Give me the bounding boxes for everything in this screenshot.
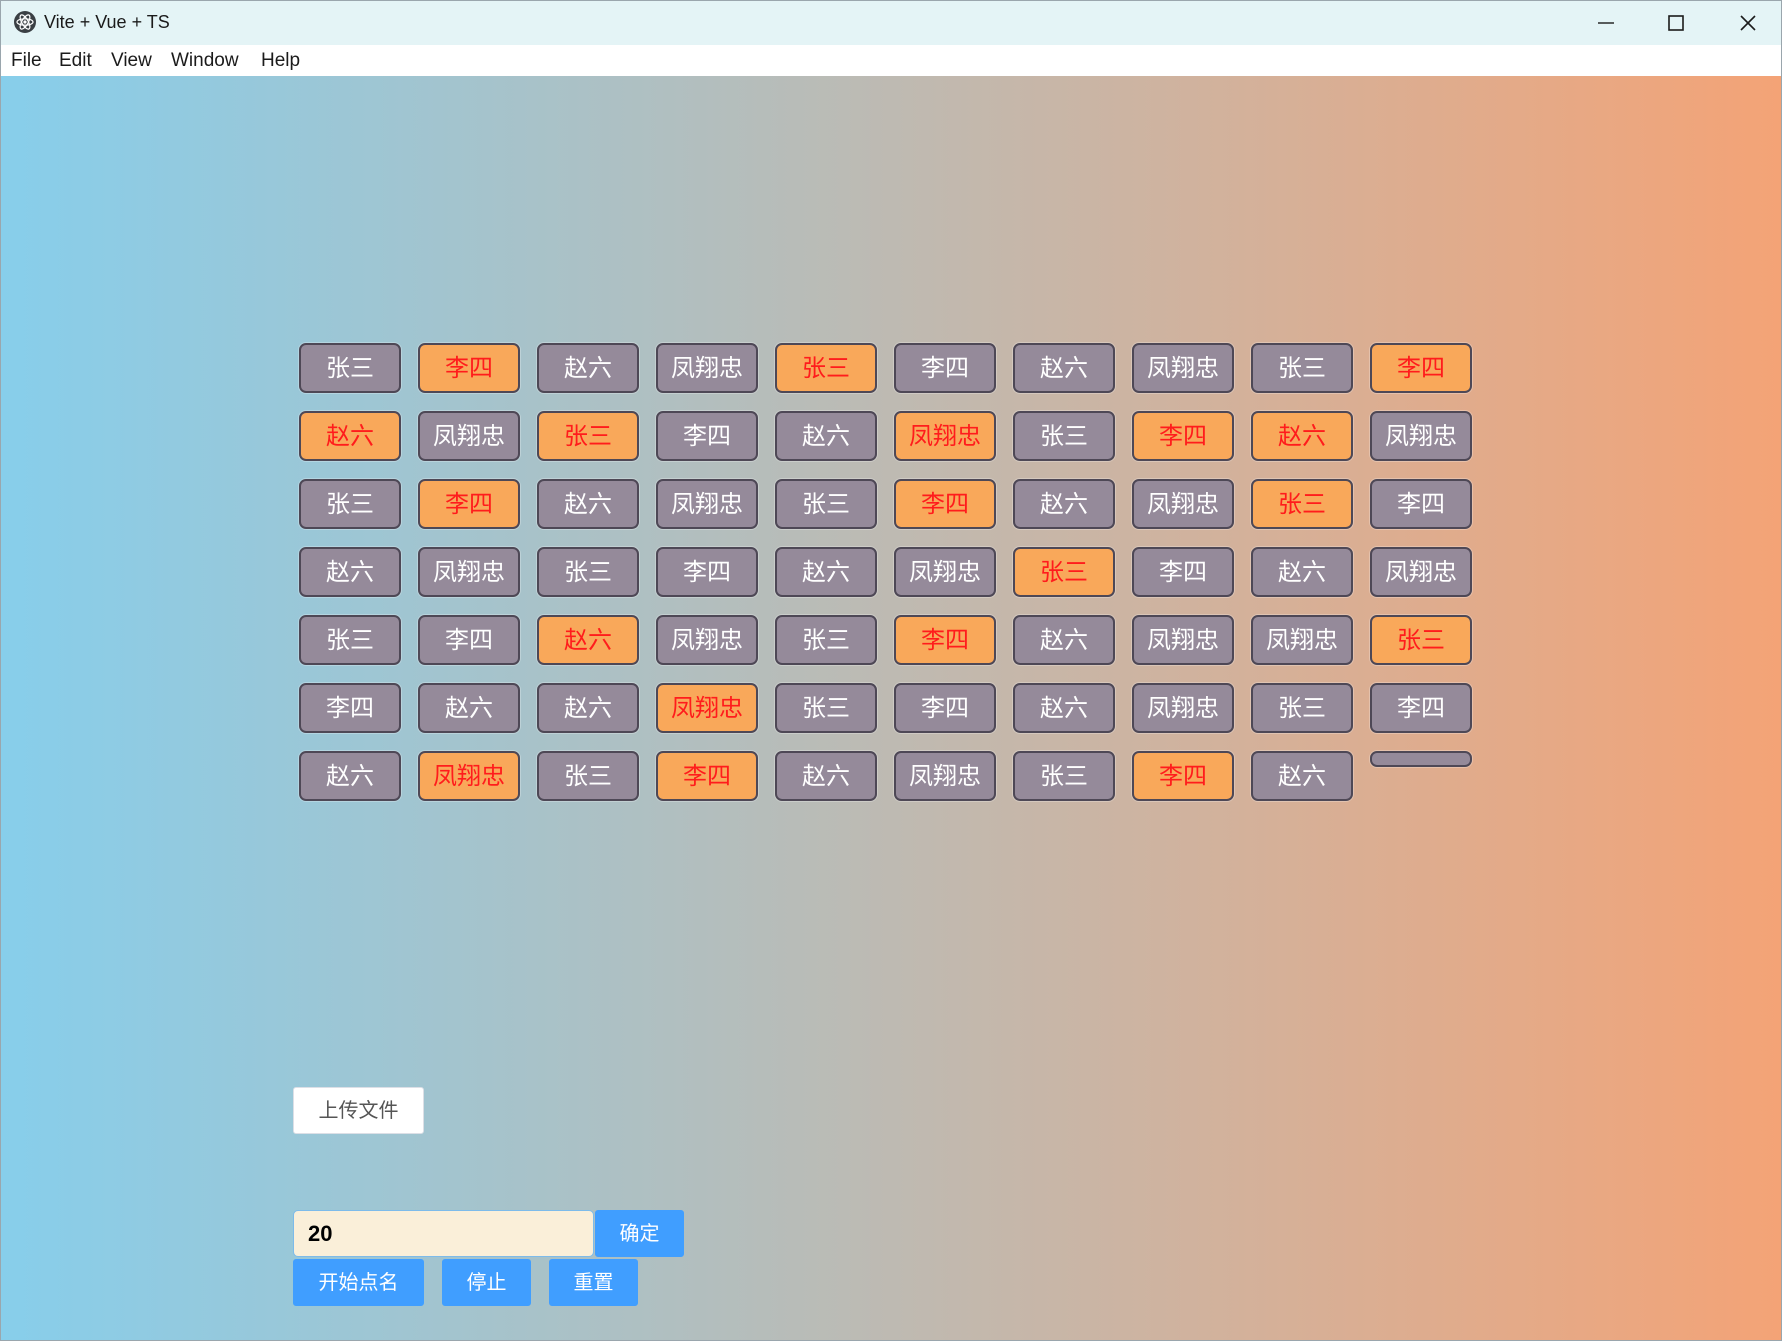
maximize-button[interactable] — [1641, 1, 1711, 45]
name-cell: 赵六 — [775, 547, 877, 597]
name-cell: 李四 — [1132, 751, 1234, 801]
name-cell: 张三 — [775, 479, 877, 529]
menu-file[interactable]: File — [11, 50, 42, 72]
name-cell: 凤翔忠 — [656, 683, 758, 733]
title-bar: Vite + Vue + TS — [1, 1, 1781, 45]
menu-bar: File Edit View Window Help — [1, 45, 1781, 76]
name-cell: 李四 — [418, 479, 520, 529]
name-cell: 凤翔忠 — [418, 411, 520, 461]
name-cell: 张三 — [775, 343, 877, 393]
menu-window[interactable]: Window — [171, 50, 239, 72]
name-cell: 凤翔忠 — [656, 479, 758, 529]
name-cell: 凤翔忠 — [894, 411, 996, 461]
name-cell: 李四 — [1370, 479, 1472, 529]
name-cell: 李四 — [418, 343, 520, 393]
name-cell: 李四 — [894, 683, 996, 733]
name-cell: 赵六 — [1013, 343, 1115, 393]
name-cell — [1370, 751, 1472, 767]
name-cell: 张三 — [775, 615, 877, 665]
name-cell: 张三 — [299, 615, 401, 665]
name-cell: 赵六 — [418, 683, 520, 733]
name-cell: 李四 — [656, 547, 758, 597]
name-cell: 赵六 — [299, 751, 401, 801]
name-cell: 赵六 — [537, 479, 639, 529]
name-cell: 李四 — [1132, 547, 1234, 597]
name-cell: 凤翔忠 — [656, 615, 758, 665]
reset-button[interactable]: 重置 — [549, 1259, 638, 1306]
name-cell: 李四 — [418, 615, 520, 665]
name-cell: 赵六 — [775, 411, 877, 461]
name-cell: 李四 — [1370, 343, 1472, 393]
name-cell: 凤翔忠 — [1370, 411, 1472, 461]
name-cell: 张三 — [1251, 683, 1353, 733]
name-cell: 凤翔忠 — [656, 343, 758, 393]
name-cell: 李四 — [299, 683, 401, 733]
name-cell: 张三 — [1370, 615, 1472, 665]
name-cell: 张三 — [1251, 479, 1353, 529]
name-cell: 张三 — [775, 683, 877, 733]
main-content: 张三 李四 赵六 凤翔忠 张三 李四 赵六 凤翔忠 张三 李四 赵六 凤翔忠 张三 李四 赵六 凤翔忠 张三 李四… — [1, 76, 1781, 1340]
name-cell: 张三 — [1013, 751, 1115, 801]
name-cell: 赵六 — [537, 343, 639, 393]
name-cell: 李四 — [894, 479, 996, 529]
name-cell: 赵六 — [537, 615, 639, 665]
name-cell: 赵六 — [537, 683, 639, 733]
upload-file-button[interactable]: 上传文件 — [293, 1087, 424, 1134]
name-cell: 李四 — [894, 343, 996, 393]
minimize-icon — [1598, 22, 1614, 24]
name-cell: 赵六 — [775, 751, 877, 801]
menu-help[interactable]: Help — [261, 50, 300, 72]
name-cell: 张三 — [537, 751, 639, 801]
menu-view[interactable]: View — [111, 50, 152, 72]
name-cell: 张三 — [1013, 547, 1115, 597]
name-cell: 张三 — [537, 411, 639, 461]
minimize-button[interactable] — [1571, 1, 1641, 45]
name-cell: 赵六 — [1013, 479, 1115, 529]
name-cell: 凤翔忠 — [1132, 683, 1234, 733]
window-title: Vite + Vue + TS — [44, 12, 170, 32]
name-cell: 李四 — [1132, 411, 1234, 461]
name-cell: 凤翔忠 — [418, 547, 520, 597]
name-cell: 李四 — [656, 751, 758, 801]
stop-button[interactable]: 停止 — [442, 1259, 531, 1306]
name-cell: 李四 — [894, 615, 996, 665]
name-cell: 李四 — [656, 411, 758, 461]
name-cell: 赵六 — [299, 547, 401, 597]
name-cell: 赵六 — [1251, 547, 1353, 597]
name-cell: 凤翔忠 — [1132, 479, 1234, 529]
name-cell: 赵六 — [1013, 615, 1115, 665]
name-cell: 张三 — [299, 479, 401, 529]
name-cell: 凤翔忠 — [1251, 615, 1353, 665]
confirm-button[interactable]: 确定 — [595, 1210, 684, 1257]
name-cell: 赵六 — [1251, 411, 1353, 461]
name-cell: 李四 — [1370, 683, 1472, 733]
electron-icon — [14, 11, 36, 33]
name-cell: 张三 — [299, 343, 401, 393]
name-cell: 赵六 — [299, 411, 401, 461]
name-cell: 张三 — [1013, 411, 1115, 461]
count-input[interactable]: 20 — [293, 1210, 594, 1257]
maximize-icon — [1668, 15, 1684, 31]
name-cell: 赵六 — [1251, 751, 1353, 801]
name-cell: 凤翔忠 — [418, 751, 520, 801]
name-cell: 凤翔忠 — [1132, 615, 1234, 665]
app-window: Vite + Vue + TS File Edit View Window He… — [0, 0, 1782, 1341]
name-cell: 张三 — [537, 547, 639, 597]
close-icon — [1740, 15, 1756, 31]
menu-edit[interactable]: Edit — [59, 50, 92, 72]
name-cell: 凤翔忠 — [1132, 343, 1234, 393]
name-cell: 凤翔忠 — [894, 547, 996, 597]
name-cell: 凤翔忠 — [894, 751, 996, 801]
start-roll-call-button[interactable]: 开始点名 — [293, 1259, 424, 1306]
close-button[interactable] — [1713, 1, 1781, 45]
name-cell: 凤翔忠 — [1370, 547, 1472, 597]
name-cell: 张三 — [1251, 343, 1353, 393]
name-cell: 赵六 — [1013, 683, 1115, 733]
